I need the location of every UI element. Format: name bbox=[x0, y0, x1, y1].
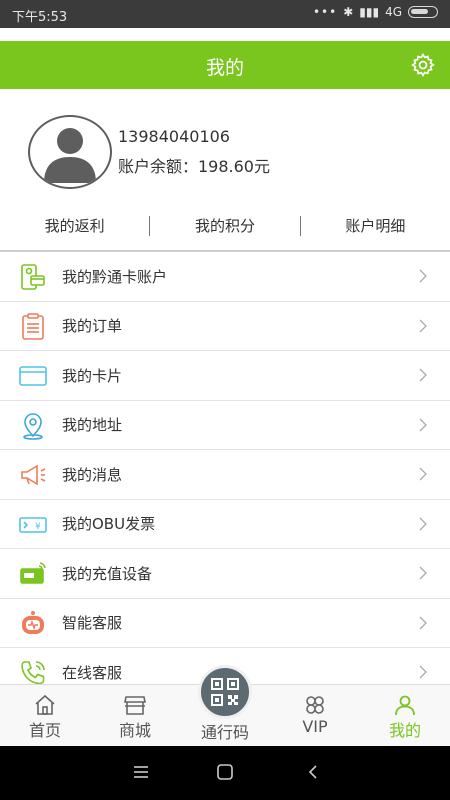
gear-icon[interactable] bbox=[410, 52, 436, 78]
page-title: 我的 bbox=[205, 57, 244, 79]
chevron-right-icon bbox=[419, 566, 427, 580]
menu-item-obu-invoice[interactable]: ¥ 我的OBU发票 bbox=[0, 500, 450, 549]
menu-item-label: 我的卡片 bbox=[62, 366, 123, 385]
chevron-right-icon bbox=[419, 517, 427, 531]
tab-points[interactable]: 我的积分 bbox=[150, 205, 299, 247]
menu-item-label: 我的OBU发票 bbox=[62, 515, 156, 534]
order-clipboard-icon bbox=[22, 312, 44, 340]
tab-account-details[interactable]: 账户明细 bbox=[301, 205, 450, 247]
user-silhouette-icon bbox=[44, 128, 96, 183]
user-icon bbox=[395, 695, 415, 716]
account-tabs: 我的返利 我的积分 账户明细 bbox=[0, 205, 450, 247]
menu-list: 我的黔通卡账户 我的订单 我的卡片 我的地址 我的消息 ¥ 我的OBU发票 我的… bbox=[0, 252, 450, 698]
nav-store[interactable]: 商城 bbox=[90, 685, 180, 746]
signal-icon: ▮▮▮ bbox=[359, 5, 380, 19]
nav-label: 通行码 bbox=[200, 723, 249, 742]
profile-section: 13984040106 账户余额：198.60元 bbox=[0, 89, 450, 201]
recharge-device-icon bbox=[20, 562, 46, 584]
megaphone-icon bbox=[21, 464, 46, 486]
chevron-right-icon bbox=[419, 467, 427, 481]
title-bar: 我的 bbox=[0, 41, 450, 89]
menu-icon[interactable] bbox=[132, 764, 150, 780]
tab-rebate[interactable]: 我的返利 bbox=[0, 205, 149, 247]
status-bar: 下午5:53 ••• ✱ ▮▮▮ 4G bbox=[0, 0, 450, 28]
svg-text:¥: ¥ bbox=[35, 522, 41, 532]
menu-item-label: 我的黔通卡账户 bbox=[62, 267, 168, 286]
nav-label: 我的 bbox=[388, 721, 421, 740]
chevron-right-icon bbox=[419, 368, 427, 382]
menu-item-label: 我的地址 bbox=[62, 416, 123, 435]
menu-item-label: 我的消息 bbox=[62, 465, 123, 484]
card-account-icon bbox=[21, 264, 45, 290]
menu-item-cards[interactable]: 我的卡片 bbox=[0, 351, 450, 401]
status-time: 下午5:53 bbox=[12, 10, 68, 25]
nav-home[interactable]: 首页 bbox=[0, 685, 90, 746]
notification-dots-icon: ••• bbox=[312, 5, 338, 19]
nav-vip[interactable]: VIP bbox=[270, 685, 360, 746]
back-icon[interactable] bbox=[304, 764, 322, 780]
menu-item-label: 我的充值设备 bbox=[62, 564, 153, 583]
menu-item-address[interactable]: 我的地址 bbox=[0, 401, 450, 450]
store-icon bbox=[124, 696, 146, 715]
home-icon bbox=[35, 694, 55, 715]
chevron-right-icon bbox=[419, 319, 427, 333]
bluetooth-icon: ✱ bbox=[343, 5, 354, 19]
nav-mine[interactable]: 我的 bbox=[360, 685, 450, 746]
chevron-right-icon bbox=[419, 418, 427, 432]
profile-balance: 账户余额：198.60元 bbox=[118, 157, 270, 176]
chevron-right-icon bbox=[419, 269, 427, 283]
chevron-right-icon bbox=[419, 616, 427, 630]
avatar[interactable] bbox=[28, 115, 112, 189]
menu-item-label: 我的订单 bbox=[62, 317, 123, 336]
menu-item-messages[interactable]: 我的消息 bbox=[0, 450, 450, 500]
menu-item-label: 在线客服 bbox=[62, 663, 123, 682]
robot-icon bbox=[22, 610, 44, 634]
menu-item-label: 智能客服 bbox=[62, 614, 123, 633]
bottom-nav: 首页 商城 通行码 VIP 我的 bbox=[0, 665, 450, 746]
nav-label: 商城 bbox=[118, 721, 151, 740]
nav-label: VIP bbox=[302, 717, 328, 736]
system-nav-bar bbox=[0, 746, 450, 800]
menu-item-orders[interactable]: 我的订单 bbox=[0, 302, 450, 351]
card-icon bbox=[19, 366, 47, 386]
nav-label: 首页 bbox=[28, 721, 61, 740]
status-icons: ••• ✱ ▮▮▮ 4G bbox=[313, 5, 438, 19]
chevron-right-icon bbox=[419, 665, 427, 679]
menu-item-smart-service[interactable]: 智能客服 bbox=[0, 599, 450, 648]
profile-phone: 13984040106 bbox=[118, 127, 230, 146]
menu-item-recharge-device[interactable]: 我的充值设备 bbox=[0, 549, 450, 599]
vip-icon bbox=[306, 696, 324, 714]
network-type: 4G bbox=[385, 5, 402, 19]
home-square-icon[interactable] bbox=[216, 764, 234, 780]
battery-icon bbox=[408, 6, 438, 18]
nav-pass-code[interactable]: 通行码 bbox=[180, 665, 270, 746]
qr-button[interactable] bbox=[198, 665, 252, 719]
location-pin-icon bbox=[23, 412, 43, 440]
menu-item-card-account[interactable]: 我的黔通卡账户 bbox=[0, 252, 450, 302]
invoice-ticket-icon: ¥ bbox=[19, 516, 47, 533]
qr-code-icon bbox=[211, 678, 239, 706]
